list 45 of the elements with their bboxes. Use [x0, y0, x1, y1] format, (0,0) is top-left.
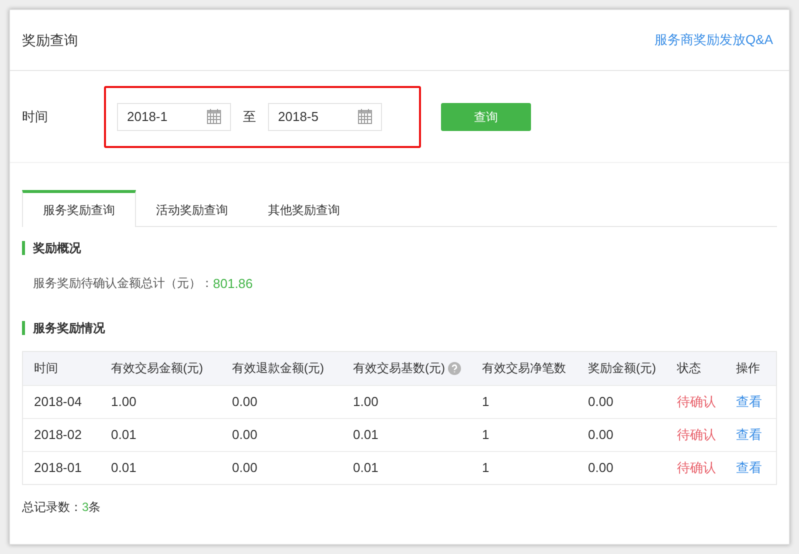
- status-text: 待确认: [677, 392, 717, 411]
- table-cell-text: 1: [482, 392, 490, 411]
- record-count: 总记录数：3条: [22, 498, 102, 516]
- table-cell-text: 1: [482, 458, 490, 477]
- table-cell-text: 0.01: [353, 458, 380, 477]
- help-icon[interactable]: [448, 362, 461, 374]
- table-cell-text: 0.00: [232, 458, 258, 477]
- table-cell-text: 2018-04: [34, 392, 83, 411]
- status-text: 待确认: [677, 426, 717, 444]
- time-label: 时间: [22, 108, 49, 126]
- column-header: 有效退款金额(元): [232, 360, 324, 377]
- column-header: 有效交易基数(元): [353, 360, 445, 377]
- pending-total-label: 服务奖励待确认金额总计（元）：: [33, 275, 213, 292]
- table-cell-text: 1.00: [111, 392, 138, 411]
- date-field[interactable]: 2018-5: [268, 102, 382, 130]
- page-title: 奖励查询: [22, 30, 78, 50]
- column-header: 操作: [736, 360, 760, 377]
- column-header: 状态: [677, 360, 701, 377]
- table-cell-text: 0.00: [232, 392, 258, 411]
- table-cell-text: 0.00: [232, 426, 258, 444]
- table-cell-text: 2018-02: [34, 426, 83, 444]
- tab[interactable]: 其他奖励查询: [248, 190, 360, 226]
- table-cell-text: 0.01: [353, 426, 380, 444]
- pending-total-amount: 801.86: [213, 275, 253, 293]
- table-cell-text: 0.01: [111, 458, 138, 477]
- column-header: 有效交易净笔数: [482, 360, 566, 377]
- column-header: 奖励金额(元): [588, 360, 656, 377]
- tab[interactable]: 服务奖励查询: [22, 190, 136, 227]
- tab[interactable]: 活动奖励查询: [136, 190, 248, 226]
- column-header: 有效交易金额(元): [111, 360, 203, 377]
- table-cell-text: 0.00: [588, 392, 614, 411]
- range-separator: 至: [242, 108, 257, 126]
- calendar-icon[interactable]: [207, 109, 221, 124]
- table-cell-text: 2018-01: [34, 458, 83, 477]
- table-cell-text: 0.00: [588, 426, 614, 444]
- calendar-icon[interactable]: [358, 109, 372, 124]
- status-text: 待确认: [677, 458, 717, 477]
- section-heading: 奖励概况: [33, 240, 81, 257]
- table-cell-text: 0.01: [111, 426, 138, 444]
- table-cell-text: 1.00: [353, 392, 380, 411]
- column-header: 时间: [34, 360, 58, 377]
- date-field[interactable]: 2018-1: [117, 102, 231, 130]
- table-cell-text: 0.00: [588, 458, 614, 477]
- table-cell-text: 1: [482, 426, 490, 444]
- section-heading: 服务奖励情况: [33, 320, 105, 336]
